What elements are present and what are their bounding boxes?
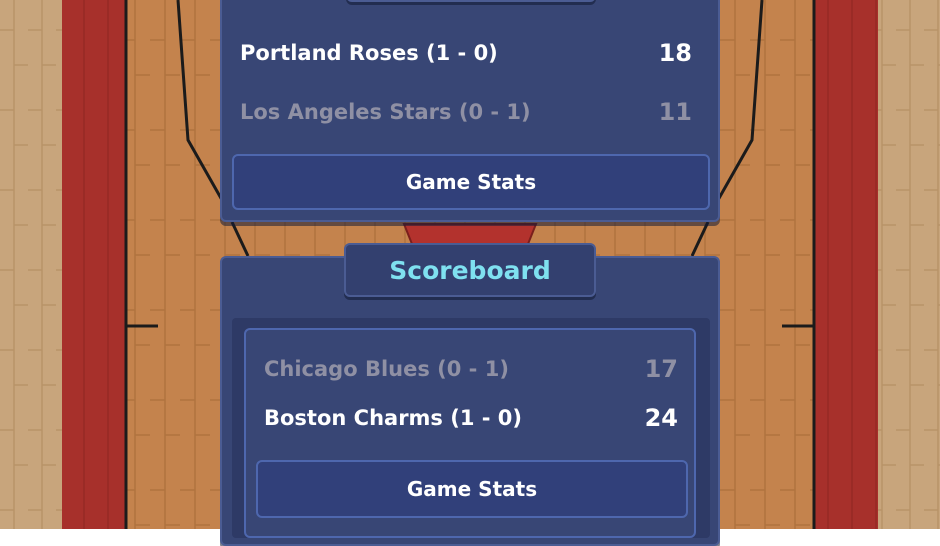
top-game-team2-row: Los Angeles Stars (0 - 1) 11 — [240, 97, 692, 127]
scoreboard-card: Chicago Blues (0 - 1) 17 Boston Charms (… — [220, 256, 720, 546]
bottom-game-team1-row: Chicago Blues (0 - 1) 17 — [264, 354, 678, 384]
game-stats-button[interactable]: Game Stats — [232, 154, 710, 210]
team-score: 18 — [658, 39, 692, 67]
bottom-game-team2-row: Boston Charms (1 - 0) 24 — [264, 403, 678, 433]
team-score: 24 — [644, 404, 678, 432]
team-name: Chicago Blues (0 - 1) — [264, 357, 509, 381]
team-name: Boston Charms (1 - 0) — [264, 406, 522, 430]
top-game-card: Portland Roses (1 - 0) 18 Los Angeles St… — [220, 0, 720, 222]
team-score: 11 — [658, 98, 692, 126]
top-game-title-tab — [346, 0, 596, 2]
top-game-team1-row: Portland Roses (1 - 0) 18 — [240, 38, 692, 68]
team-name: Los Angeles Stars (0 - 1) — [240, 100, 531, 124]
scoreboard-title: Scoreboard — [344, 243, 596, 297]
game-stats-button[interactable]: Game Stats — [256, 460, 688, 518]
team-name: Portland Roses (1 - 0) — [240, 41, 498, 65]
team-score: 17 — [644, 355, 678, 383]
